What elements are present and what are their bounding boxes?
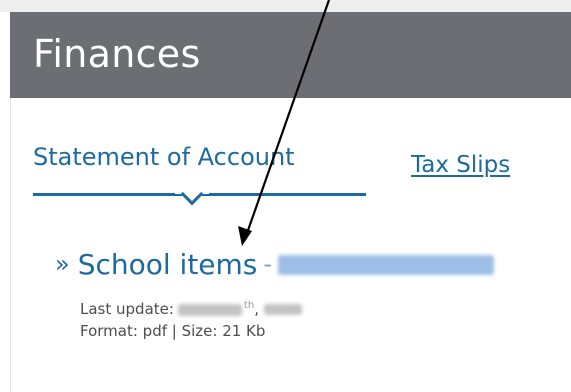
document-item: » School items - — [55, 248, 495, 282]
arrow-head — [238, 226, 252, 246]
bullet-icon: » — [55, 250, 70, 279]
tab-statement-of-account[interactable]: Statement of Account — [33, 143, 295, 172]
redacted-school-name — [278, 254, 495, 275]
header-bar: Finances — [10, 12, 571, 98]
document-link[interactable]: School items — [78, 248, 258, 281]
last-update-label: Last update: — [80, 300, 174, 318]
format-size-line: Format: pdf | Size: 21 Kb — [80, 322, 266, 340]
document-separator: - — [263, 250, 273, 279]
redacted-date-year — [263, 304, 302, 315]
page-title: Finances — [33, 32, 201, 76]
redacted-date-month — [177, 303, 242, 316]
finances-panel: Finances Statement of Account Tax Slips … — [0, 0, 571, 392]
date-comma: , — [254, 300, 259, 318]
tab-tax-slips[interactable]: Tax Slips — [411, 152, 510, 180]
content-divider — [10, 98, 11, 392]
last-update-line: Last update: th, — [80, 300, 302, 318]
date-suffix: th — [243, 300, 255, 311]
top-strip — [0, 0, 571, 12]
